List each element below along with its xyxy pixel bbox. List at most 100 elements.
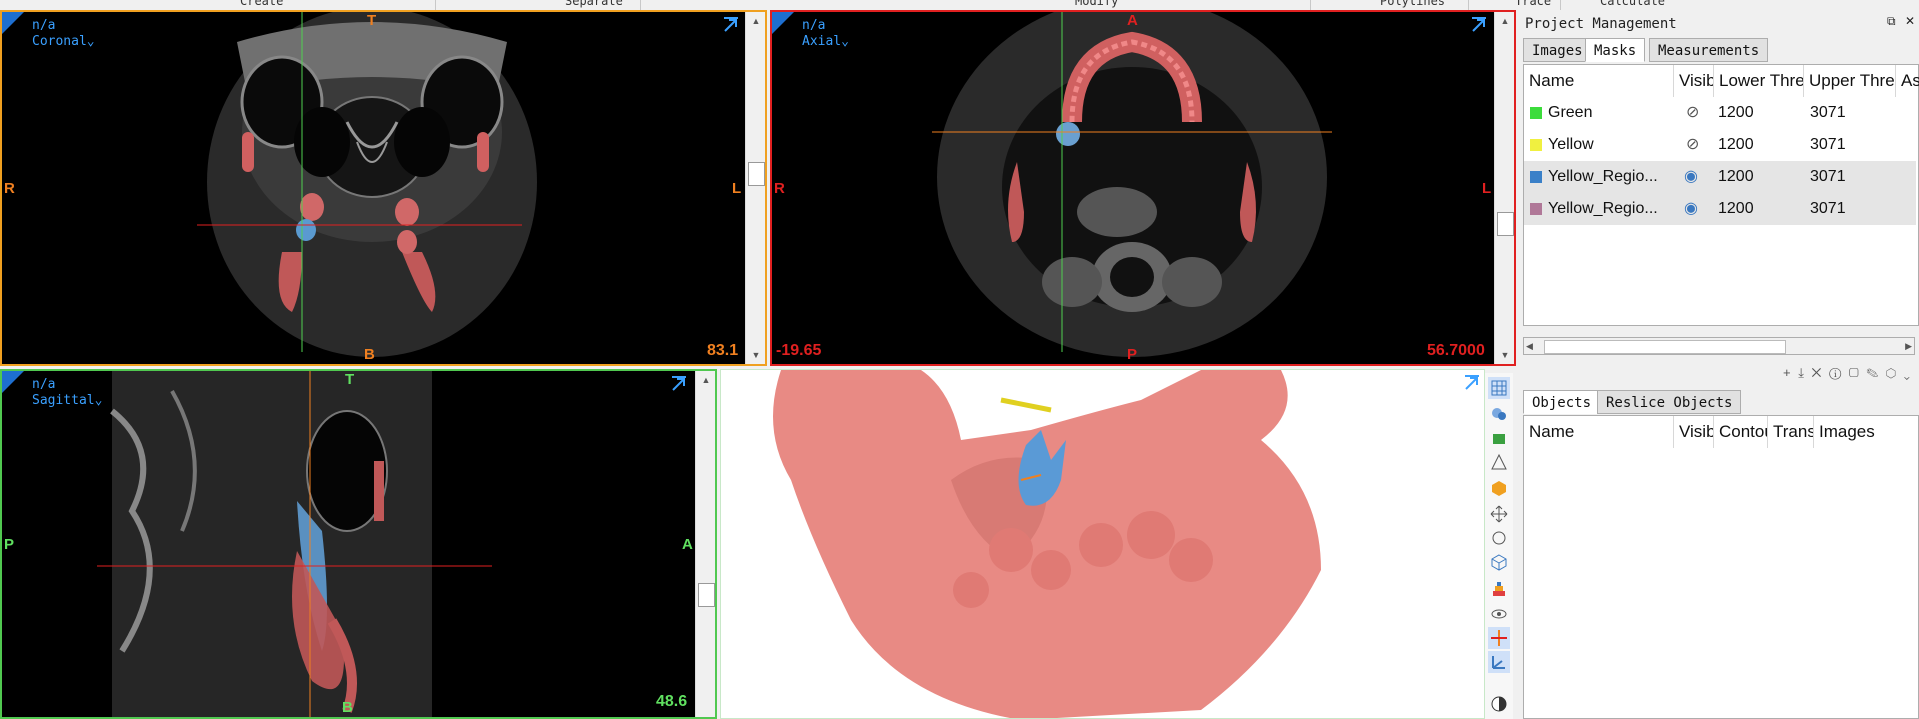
crosshair-icon[interactable]	[1488, 627, 1510, 649]
col-name[interactable]: Name	[1524, 416, 1674, 448]
na-label: n/a	[802, 18, 826, 33]
mask-upper: 3071	[1810, 200, 1846, 217]
col-images[interactable]: Images	[1814, 416, 1918, 448]
col-visible[interactable]: Visible	[1674, 416, 1714, 448]
axes-icon[interactable]	[1488, 651, 1510, 673]
maximize-icon[interactable]	[670, 375, 688, 393]
view-selector[interactable]: Coronal⌄	[32, 34, 95, 50]
eye-icon[interactable]	[1488, 603, 1510, 625]
scroll-left-icon[interactable]: ◀	[1526, 338, 1533, 354]
mask-color-swatch	[1530, 203, 1542, 215]
sagittal-scrollbar[interactable]: ▲	[695, 371, 715, 717]
coronal-viewport[interactable]: n/a Coronal⌄ T B R L 83.1 ▲ ▼	[0, 10, 767, 366]
cone-icon[interactable]	[1488, 451, 1510, 473]
scroll-thumb[interactable]	[748, 162, 765, 186]
panel-title: Project Management	[1525, 16, 1677, 32]
masks-hscrollbar[interactable]: ◀ ▶	[1523, 337, 1915, 355]
tab-objects[interactable]: Objects	[1523, 390, 1601, 414]
move-icon[interactable]	[1488, 503, 1510, 525]
scroll-thumb[interactable]	[1544, 340, 1786, 354]
tab-images[interactable]: Images	[1523, 38, 1592, 62]
col-upper-threshold[interactable]: Upper Threshold	[1804, 65, 1896, 97]
maximize-icon[interactable]	[1463, 374, 1481, 392]
threed-viewport[interactable]	[720, 369, 1485, 719]
mask-color-swatch	[1530, 171, 1542, 183]
orient-left: R	[774, 180, 785, 197]
box-icon[interactable]	[1488, 427, 1510, 449]
viewport-info: n/a Axial⌄	[802, 18, 849, 50]
col-contour[interactable]: Contour	[1714, 416, 1768, 448]
mask-lower: 1200	[1718, 104, 1754, 121]
sagittal-viewport[interactable]: n/a Sagittal⌄ T B P A 48.6 ▲	[0, 369, 717, 719]
eye-hidden-icon[interactable]: ⊘	[1686, 97, 1699, 129]
viewport-corner-marker	[772, 12, 794, 34]
threed-toolbar	[1485, 373, 1513, 719]
tab-reslice-objects[interactable]: Reslice Objects	[1597, 390, 1742, 414]
mask-name: Yellow_Regio...	[1548, 200, 1658, 217]
mask-name: Yellow_Regio...	[1548, 168, 1658, 185]
scroll-thumb[interactable]	[698, 583, 715, 607]
spheres-icon[interactable]	[1488, 403, 1510, 425]
mask-tools[interactable]: + ⤓ ✕ ⓘ ▢ ✎ ⬡ ⌄	[1783, 365, 1912, 381]
grid-icon[interactable]	[1488, 377, 1510, 399]
orient-bottom: B	[364, 346, 375, 363]
view-selector[interactable]: Axial⌄	[802, 34, 849, 50]
eye-icon[interactable]: ◉	[1684, 161, 1698, 193]
coronal-scrollbar[interactable]: ▲ ▼	[745, 12, 765, 364]
na-label: n/a	[32, 377, 56, 392]
rotate-icon[interactable]	[1488, 527, 1510, 549]
mask-name: Green	[1548, 104, 1593, 121]
orient-left: R	[4, 180, 15, 197]
scroll-down-icon[interactable]: ▼	[746, 346, 765, 364]
mask-row[interactable]: Yellow_Regio... ◉ 1200 3071	[1524, 193, 1916, 225]
axial-viewport[interactable]: n/a Axial⌄ A P R L -19.65 56.7000 ▲ ▼	[770, 10, 1516, 366]
maximize-icon[interactable]	[722, 16, 740, 34]
threed-render	[773, 370, 1321, 718]
viewport-info: n/a Coronal⌄	[32, 18, 95, 50]
orient-right: A	[682, 536, 693, 553]
toolbar-create[interactable]: Create	[240, 0, 283, 8]
eye-icon[interactable]: ◉	[1684, 193, 1698, 225]
cube-icon[interactable]	[1488, 551, 1510, 573]
viewport-corner-marker	[2, 12, 24, 34]
slice-value: 83.1	[707, 342, 739, 359]
mask-upper: 3071	[1810, 168, 1846, 185]
col-as[interactable]: As	[1896, 65, 1919, 97]
toolbar-polylines[interactable]: Polylines	[1380, 0, 1445, 8]
scroll-thumb[interactable]	[1497, 212, 1514, 236]
layers-icon[interactable]	[1488, 579, 1510, 601]
orient-right: L	[732, 180, 742, 197]
scroll-up-icon[interactable]: ▲	[746, 12, 765, 30]
eye-hidden-icon[interactable]: ⊘	[1686, 129, 1699, 161]
divider	[1310, 0, 1311, 10]
toolbar-modify[interactable]: Modify	[1075, 0, 1118, 8]
scroll-right-icon[interactable]: ▶	[1905, 338, 1912, 354]
scroll-up-icon[interactable]: ▲	[696, 371, 715, 389]
cube-orange-icon[interactable]	[1488, 477, 1510, 499]
scroll-down-icon[interactable]: ▼	[1495, 346, 1514, 364]
toolbar-trace[interactable]: Trace	[1515, 0, 1551, 8]
tab-masks[interactable]: Masks	[1585, 38, 1646, 62]
col-lower-threshold[interactable]: Lower Threshold	[1714, 65, 1804, 97]
maximize-icon[interactable]	[1470, 16, 1488, 34]
chevron-down-icon: ⌄	[841, 34, 849, 49]
contrast-icon[interactable]	[1488, 693, 1510, 715]
view-selector[interactable]: Sagittal⌄	[32, 393, 102, 409]
toolbar-separate[interactable]: Separate	[565, 0, 623, 8]
col-transparency[interactable]: Transparency	[1768, 416, 1814, 448]
axial-scrollbar[interactable]: ▲ ▼	[1494, 12, 1514, 364]
mask-lower: 1200	[1718, 136, 1754, 153]
float-icon[interactable]: ⧉	[1887, 14, 1896, 29]
sagittal-image	[97, 371, 492, 717]
scroll-up-icon[interactable]: ▲	[1495, 12, 1514, 30]
col-visible[interactable]: Visible	[1674, 65, 1714, 97]
col-name[interactable]: Name	[1524, 65, 1674, 97]
chevron-down-icon: ⌄	[94, 393, 103, 408]
close-icon[interactable]: ✕	[1905, 14, 1915, 28]
mask-lower: 1200	[1718, 200, 1754, 217]
mask-row[interactable]: Yellow_Regio... ◉ 1200 3071	[1524, 161, 1916, 193]
mask-row[interactable]: Green ⊘ 1200 3071	[1524, 97, 1916, 129]
tab-measurements[interactable]: Measurements	[1649, 38, 1769, 62]
mask-row[interactable]: Yellow ⊘ 1200 3071	[1524, 129, 1916, 161]
toolbar-calculate[interactable]: Calculate	[1600, 0, 1665, 8]
